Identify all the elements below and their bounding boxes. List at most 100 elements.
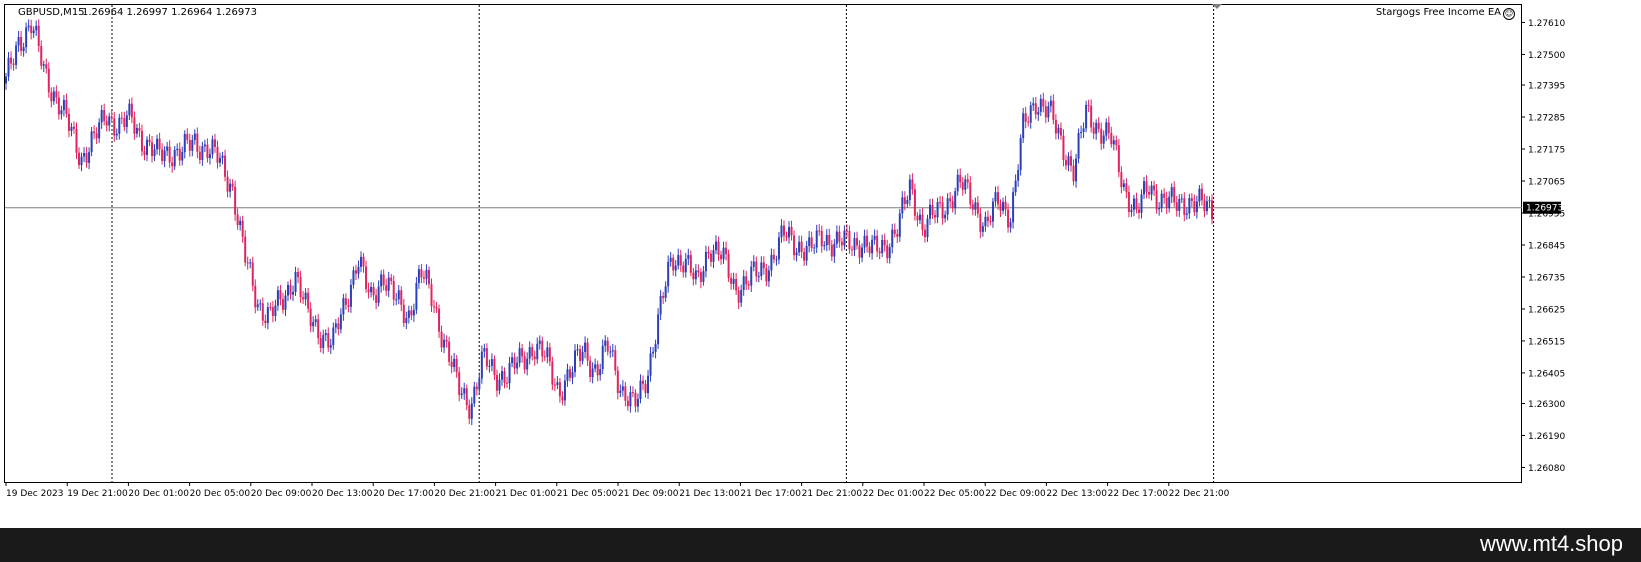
candle-body (591, 368, 594, 378)
candle-body (1082, 128, 1085, 132)
candle-body (20, 37, 23, 52)
candle-body (511, 357, 514, 364)
candle-body (334, 323, 337, 328)
candle-body (354, 270, 357, 274)
candle-body (314, 319, 317, 323)
candle-body (727, 254, 730, 278)
candle-body (178, 148, 181, 161)
candle-body (415, 282, 418, 310)
candle-body (485, 348, 488, 367)
candle-body (360, 256, 363, 267)
candle-body (1017, 170, 1020, 181)
time-tick-label: 20 Dec 21:00 (434, 489, 495, 499)
candle-body (1170, 187, 1173, 197)
candle-body (878, 251, 881, 254)
candle-body (183, 133, 186, 153)
chart-window[interactable]: 1.27610 1.27500 1.27395 1.27285 1.27175 1.270… (0, 0, 1641, 528)
candle-body (5, 76, 7, 84)
candle-body (584, 342, 587, 352)
candle-body (460, 393, 463, 396)
candle-body (893, 229, 896, 234)
candle-body (1042, 98, 1045, 107)
candle-body (732, 278, 735, 284)
time-tick-label: 21 Dec 21:00 (802, 489, 863, 499)
candle-body (712, 250, 715, 262)
candle-body (438, 308, 441, 332)
candle-body (133, 117, 136, 134)
current-price-label-text: 1.26973 (1526, 204, 1563, 214)
candle-body (611, 350, 614, 352)
candle-body (596, 364, 599, 376)
candle-body (264, 320, 267, 323)
candle-body (682, 265, 685, 273)
price-tick-label: 1.26845 (1528, 241, 1565, 251)
candle-body (888, 247, 891, 259)
candle-body (1100, 128, 1103, 144)
candle-body (941, 202, 944, 219)
candle-body (407, 310, 410, 318)
candle-body (946, 198, 949, 215)
candle-body (1175, 202, 1178, 211)
candle-body (503, 371, 506, 383)
candle-body (286, 285, 289, 296)
candle-body (1002, 201, 1005, 211)
candle-body (397, 290, 400, 300)
candle-body (755, 261, 758, 277)
ea-status[interactable]: Stargogs Free Income EA ☺ (1376, 7, 1515, 20)
candle-body (838, 231, 841, 242)
candle-body (521, 348, 524, 357)
candle-body (327, 333, 330, 348)
candle-body (994, 192, 997, 202)
candle-body (531, 347, 534, 357)
candle-body (148, 139, 151, 143)
candle-body (556, 382, 559, 386)
candle-body (644, 383, 647, 394)
candle-body (292, 291, 295, 295)
candle-body (279, 290, 282, 300)
price-tick-label: 1.26080 (1528, 464, 1565, 474)
candle-body (1009, 222, 1012, 228)
candle-body (483, 348, 486, 352)
candle-body (664, 286, 667, 298)
candle-body (1165, 198, 1168, 209)
candle-body (370, 287, 373, 293)
candle-body (344, 298, 347, 305)
candle-body (772, 254, 775, 260)
candle-body (926, 218, 929, 238)
candle-body (974, 202, 977, 210)
candle-body (297, 271, 300, 278)
candle-body (1059, 127, 1062, 136)
candle-body (861, 247, 864, 258)
candle-body (961, 182, 964, 190)
candle-body (302, 297, 305, 300)
candle-body (322, 335, 325, 348)
candle-body (445, 339, 448, 342)
candle-body (818, 230, 821, 232)
candle-body (1132, 198, 1135, 210)
candle-body (1127, 192, 1130, 212)
candle-body (208, 154, 211, 159)
price-chart[interactable]: 1.27610 1.27500 1.27395 1.27285 1.27175 1.270… (0, 0, 1641, 528)
candle-body (881, 240, 884, 254)
candle-body (498, 379, 501, 391)
candle-body (845, 230, 848, 232)
candle-body (319, 338, 322, 348)
candle-body (1195, 201, 1198, 213)
candle-body (135, 127, 138, 134)
candle-body (1075, 158, 1078, 182)
candle-body (372, 287, 375, 296)
candle-body (1185, 213, 1188, 215)
candle-body (1070, 156, 1073, 166)
candle-body (991, 201, 994, 222)
candle-body (1012, 192, 1015, 223)
candle-body (274, 305, 277, 317)
candle-body (488, 365, 491, 367)
candle-body (561, 396, 564, 401)
candle-body (800, 241, 803, 252)
time-tick-label: 21 Dec 09:00 (618, 489, 679, 499)
candle-body (709, 253, 712, 262)
candle-body (720, 254, 723, 260)
time-tick-label: 20 Dec 09:00 (251, 489, 312, 499)
candle-body (528, 347, 531, 359)
candle-body (171, 162, 174, 167)
